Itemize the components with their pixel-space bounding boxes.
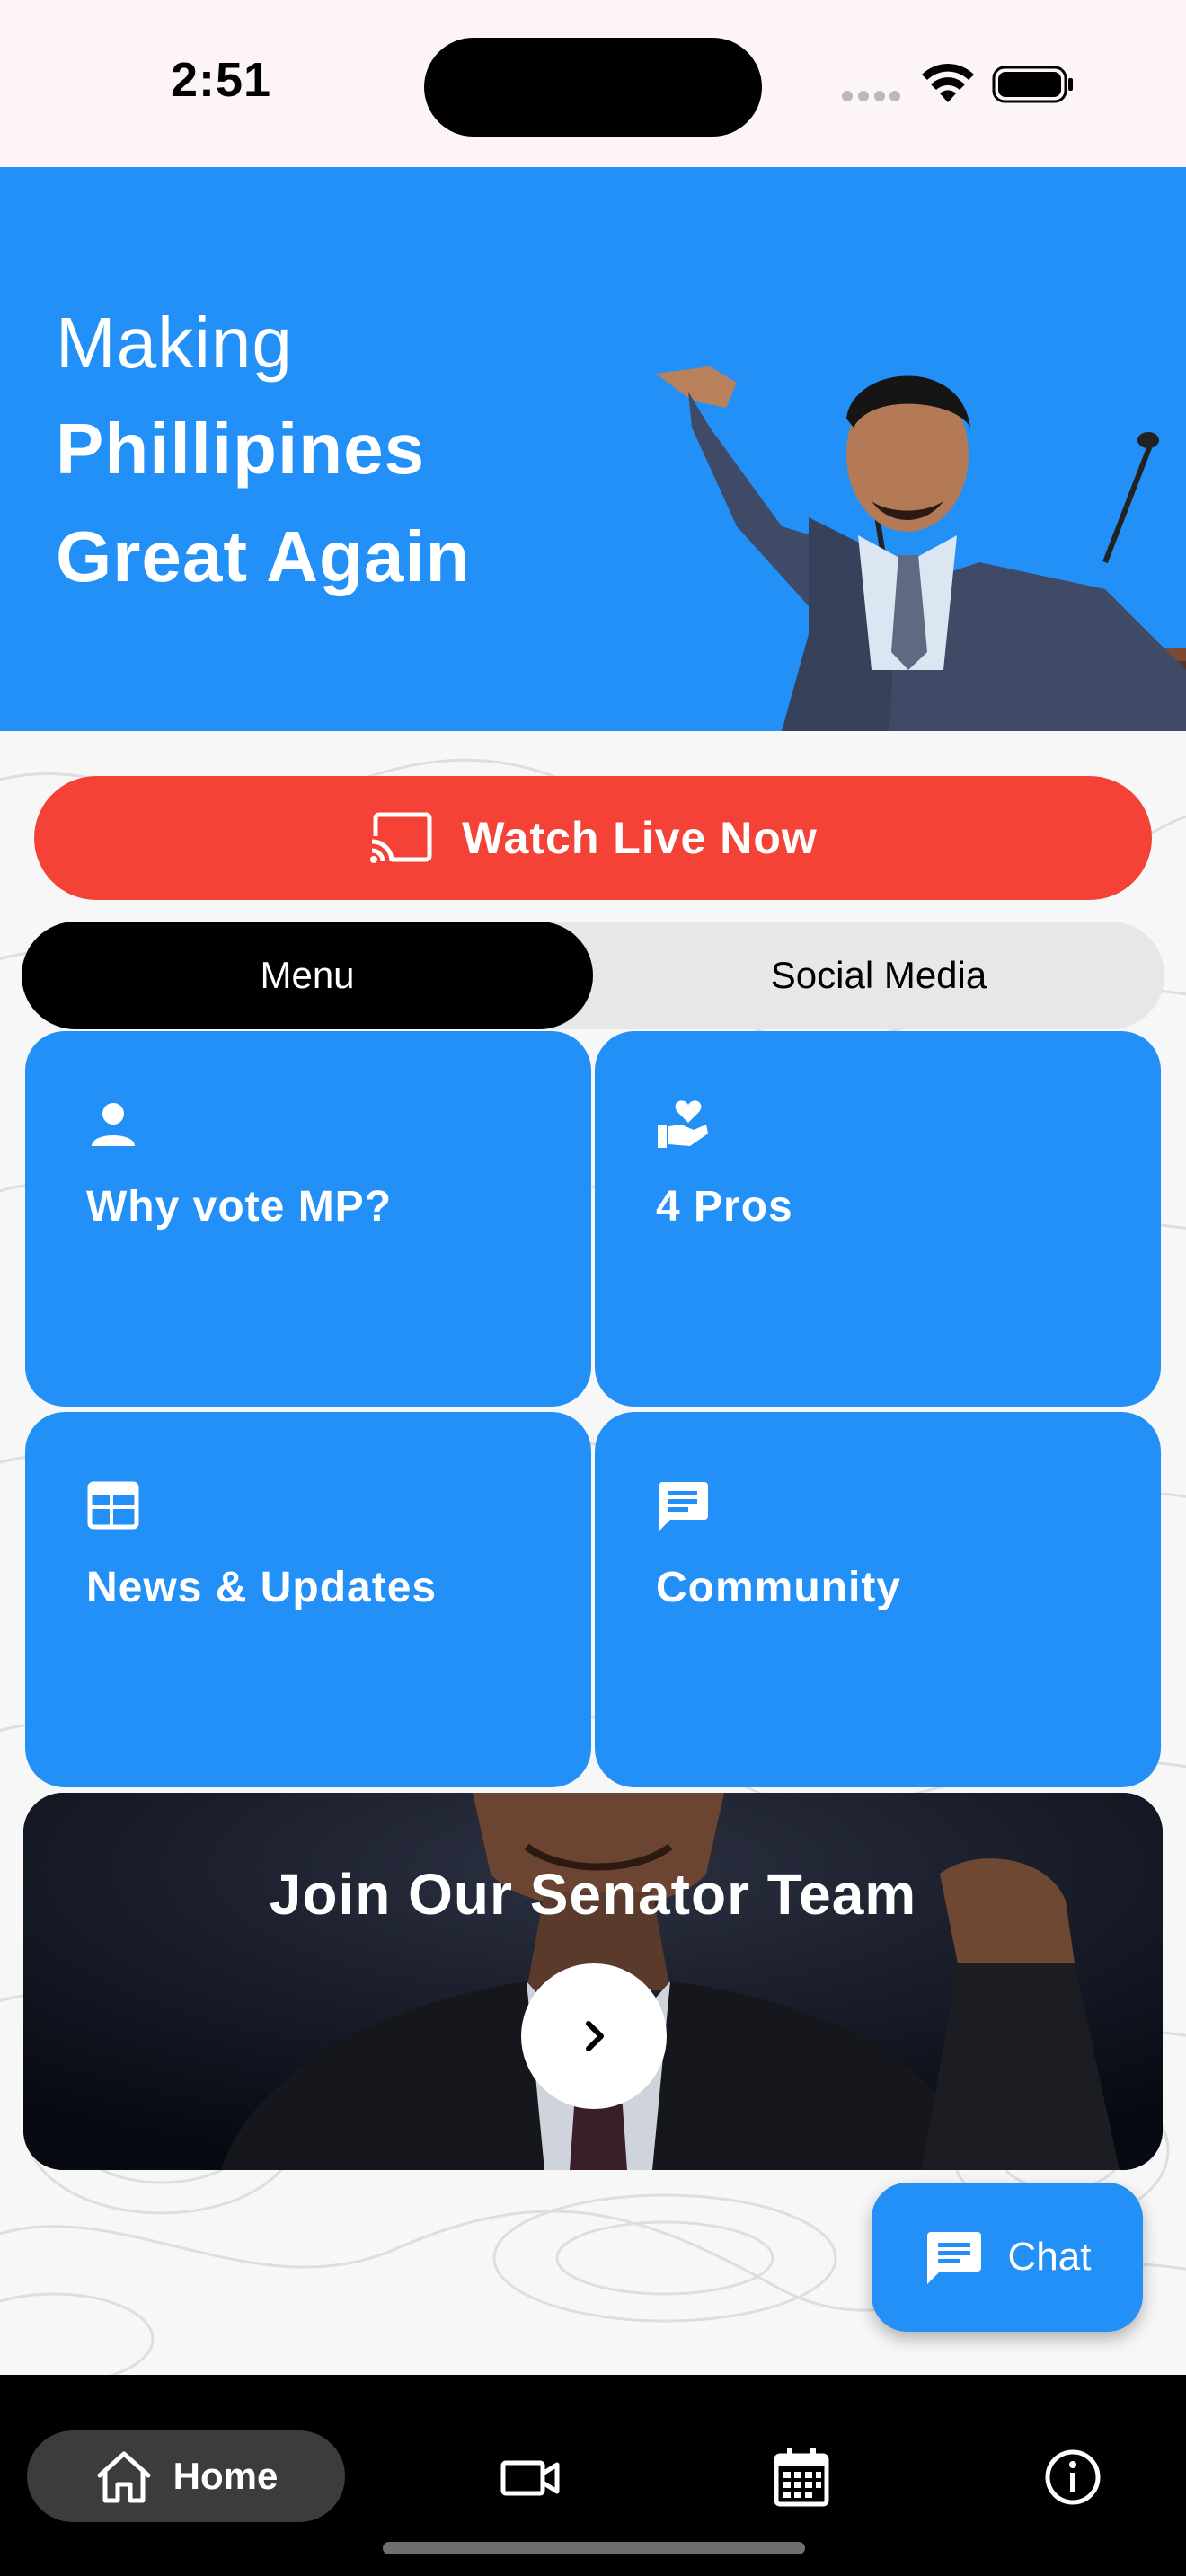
join-go-button[interactable] [521, 1963, 667, 2109]
dynamic-island [424, 38, 762, 137]
nav-home-label: Home [173, 2455, 279, 2497]
card-news-updates[interactable]: News & Updates [25, 1412, 591, 1787]
tab-social-media[interactable]: Social Media [593, 922, 1164, 1029]
calendar-icon[interactable] [771, 2447, 832, 2508]
hero-title-line-1: Making [56, 303, 293, 383]
hero-banner: Making Phillipines Great Again [0, 167, 1186, 731]
person-icon [92, 1103, 135, 1146]
hand-heart-icon [658, 1100, 708, 1148]
card-community[interactable]: Community [595, 1412, 1161, 1787]
bottom-navigation: Home [0, 2375, 1186, 2576]
join-senator-team-banner[interactable]: Join Our Senator Team [23, 1793, 1163, 2170]
card-title: Community [656, 1564, 901, 1611]
wifi-icon [922, 63, 974, 102]
card-4-pros[interactable]: 4 Pros [595, 1031, 1161, 1407]
hero-title-line-3: Great Again [56, 516, 471, 596]
battery-icon [992, 66, 1073, 103]
status-bar: 2:51 [0, 0, 1186, 167]
chat-button[interactable]: Chat [872, 2183, 1143, 2332]
watch-live-label: Watch Live Now [462, 813, 818, 863]
chat-icon [926, 2232, 981, 2284]
join-banner-title: Join Our Senator Team [269, 1862, 917, 1927]
card-title: Why vote MP? [86, 1183, 393, 1231]
menu-social-toggle: Menu Social Media [22, 922, 1164, 1029]
chevron-right-icon [586, 2021, 604, 2051]
status-time: 2:51 [171, 53, 272, 107]
home-indicator [383, 2542, 805, 2554]
hero-title-line-2: Phillipines [56, 409, 426, 489]
watch-live-button[interactable]: Watch Live Now [34, 776, 1152, 900]
nav-item-home[interactable]: Home [27, 2430, 345, 2522]
newspaper-icon [87, 1481, 139, 1530]
card-why-vote-mp[interactable]: Why vote MP? [25, 1031, 591, 1407]
senator-photo [656, 366, 1186, 731]
tab-menu[interactable]: Menu [22, 922, 593, 1029]
cellular-signal-icon [842, 91, 900, 101]
message-icon [659, 1482, 708, 1531]
chat-label: Chat [1007, 2235, 1092, 2279]
video-icon[interactable] [500, 2447, 561, 2508]
card-title: 4 Pros [656, 1183, 793, 1231]
cast-icon [368, 812, 432, 865]
card-title: News & Updates [86, 1564, 438, 1611]
home-icon [97, 2451, 151, 2503]
info-icon[interactable] [1042, 2447, 1103, 2508]
